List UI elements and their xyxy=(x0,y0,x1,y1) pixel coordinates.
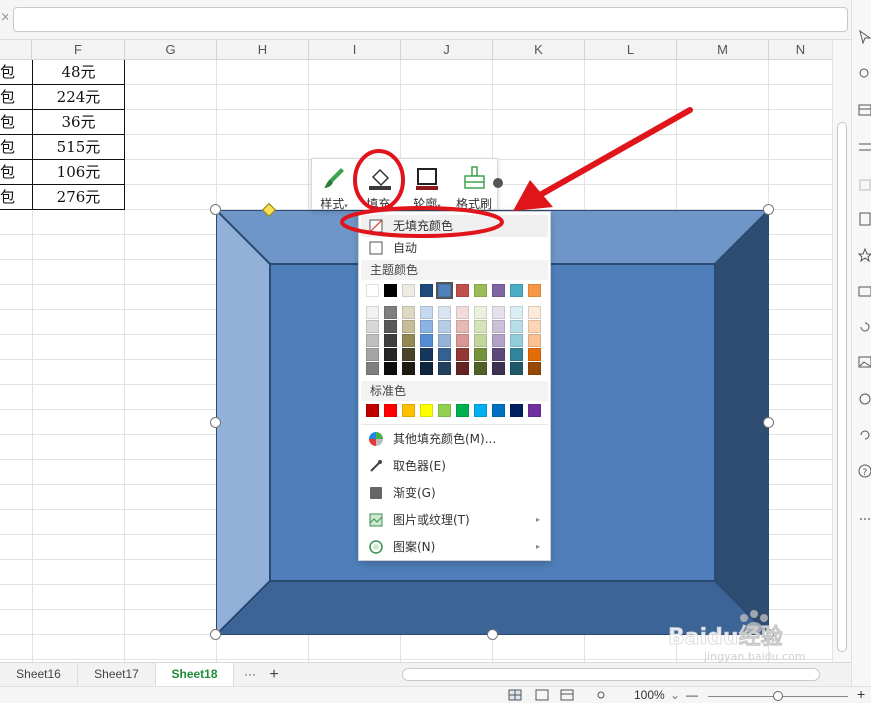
edit-icon[interactable] xyxy=(858,178,871,192)
zoom-slider-thumb[interactable] xyxy=(773,691,783,701)
settings-sliders-icon[interactable] xyxy=(858,140,871,154)
box-icon[interactable] xyxy=(858,284,871,298)
image-icon[interactable] xyxy=(858,355,871,369)
more-sheets-button[interactable]: ··· xyxy=(238,663,262,686)
svg-text:?: ? xyxy=(863,468,868,478)
baidu-watermark-logo: Baidu经验 jingyan.baidu.com xyxy=(668,610,806,662)
watermark-url: jingyan.baidu.com xyxy=(703,650,806,662)
more-icon[interactable] xyxy=(858,512,871,526)
watermark-text: Baidu经验 xyxy=(668,624,783,650)
right-tool-panel: ? xyxy=(851,0,871,703)
rotate-icon[interactable] xyxy=(858,320,871,334)
horizontal-scrollbar[interactable] xyxy=(402,668,820,681)
page-break-view-icon[interactable] xyxy=(535,689,549,701)
vertical-scroll-thumb[interactable] xyxy=(837,122,847,652)
zoom-dropdown-icon[interactable]: ⌄ xyxy=(670,688,680,702)
eye-protection-icon[interactable] xyxy=(594,689,608,701)
star-icon[interactable] xyxy=(858,248,871,262)
status-bar: 100% ⌄ — + xyxy=(0,686,871,703)
sheet-tab[interactable]: Sheet17 xyxy=(78,663,156,686)
table-icon[interactable] xyxy=(858,103,871,117)
select-pointer-icon[interactable] xyxy=(858,30,871,44)
add-sheet-button[interactable]: + xyxy=(262,663,286,686)
sheet-tab-active[interactable]: Sheet18 xyxy=(156,663,234,686)
zoom-in-button[interactable]: + xyxy=(857,686,865,702)
history-icon[interactable] xyxy=(858,428,871,442)
page-layout-view-icon[interactable] xyxy=(560,689,574,701)
document-icon[interactable] xyxy=(858,212,871,226)
annotation-overlay xyxy=(340,107,693,238)
shapes-icon[interactable] xyxy=(858,66,871,80)
link-icon[interactable] xyxy=(858,392,871,406)
zoom-level[interactable]: 100% xyxy=(634,688,665,702)
normal-view-icon[interactable] xyxy=(508,689,522,701)
help-icon[interactable]: ? xyxy=(858,464,871,478)
spreadsheet-window: × F G H I J K L M N 包 48元 包 224元 包 36元 包… xyxy=(0,0,871,703)
sheet-tab[interactable]: Sheet16 xyxy=(0,663,78,686)
zoom-out-button[interactable]: — xyxy=(686,688,698,702)
vertical-scrollbar[interactable] xyxy=(832,40,851,662)
sheet-tab-bar: Sheet16 Sheet17 Sheet18 ··· + xyxy=(0,662,851,686)
